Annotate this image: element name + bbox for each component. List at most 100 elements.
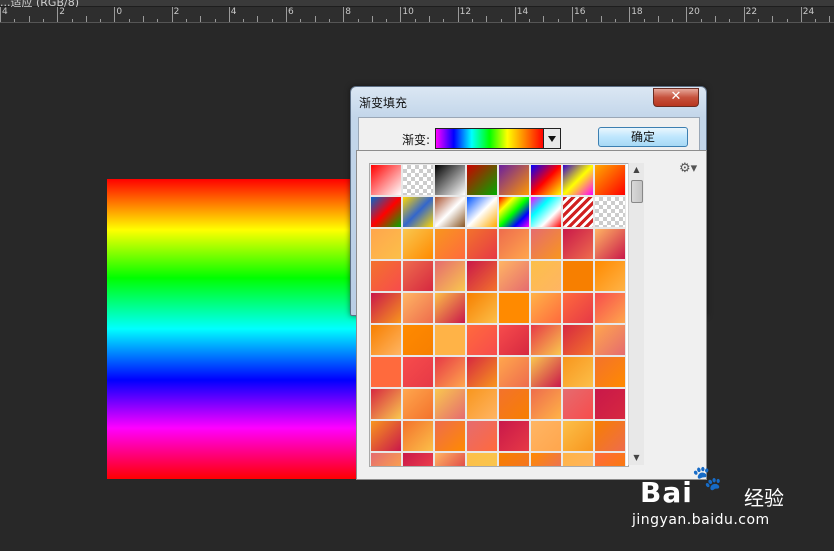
gradient-preset-swatch[interactable] (530, 356, 562, 388)
gradient-preset-swatch[interactable] (434, 356, 466, 388)
gradient-preset-swatch[interactable] (434, 452, 466, 466)
ruler-major-tick (286, 7, 287, 22)
gradient-preset-swatch[interactable] (530, 228, 562, 260)
gradient-preset-swatch[interactable] (498, 164, 530, 196)
gradient-preset-swatch[interactable] (402, 420, 434, 452)
gradient-preset-swatch[interactable] (498, 260, 530, 292)
gradient-preset-swatch[interactable] (498, 420, 530, 452)
gradient-preset-swatch[interactable] (594, 324, 626, 356)
ruler-minor-tick (314, 16, 316, 22)
gradient-preset-swatch[interactable] (434, 292, 466, 324)
gradient-preset-swatch[interactable] (466, 260, 498, 292)
gradient-preset-swatch[interactable] (562, 164, 594, 196)
gradient-preset-swatch[interactable] (466, 388, 498, 420)
scroll-down-icon[interactable]: ▼ (629, 451, 644, 465)
gradient-preset-swatch[interactable] (498, 324, 530, 356)
gradient-preset-swatch[interactable] (466, 356, 498, 388)
gradient-preset-swatch[interactable] (530, 196, 562, 228)
gradient-preset-swatch[interactable] (370, 420, 402, 452)
gradient-preset-swatch[interactable] (594, 452, 626, 466)
ruler-minor-tick (657, 16, 659, 22)
scroll-up-icon[interactable]: ▲ (629, 163, 644, 177)
gradient-preset-swatch[interactable] (370, 196, 402, 228)
gradient-preset-swatch[interactable] (466, 452, 498, 466)
gradient-preset-swatch[interactable] (562, 228, 594, 260)
picker-scrollbar[interactable]: ▲ ▼ (628, 163, 644, 465)
gradient-preset-swatch[interactable] (594, 388, 626, 420)
gradient-preset-swatch[interactable] (562, 324, 594, 356)
gradient-preset-swatch[interactable] (594, 196, 626, 228)
gradient-preset-swatch[interactable] (530, 420, 562, 452)
gradient-preset-swatch[interactable] (434, 196, 466, 228)
gradient-preset-swatch[interactable] (402, 388, 434, 420)
gradient-preset-swatch[interactable] (594, 228, 626, 260)
dialog-title: 渐变填充 (359, 96, 408, 110)
gradient-preset-swatch[interactable] (370, 228, 402, 260)
gradient-preset-swatch[interactable] (594, 164, 626, 196)
ruler-major-tick (743, 7, 745, 22)
gradient-preset-swatch[interactable] (498, 452, 530, 466)
ruler-minor-tick (757, 19, 759, 22)
gradient-preset-swatch[interactable] (402, 356, 434, 388)
gradient-preset-swatch[interactable] (498, 356, 530, 388)
gradient-preset-swatch[interactable] (530, 164, 562, 196)
gradient-preset-swatch[interactable] (498, 388, 530, 420)
gradient-preset-swatch[interactable] (402, 228, 434, 260)
gradient-preset-swatch[interactable] (370, 324, 402, 356)
gradient-preset-swatch[interactable] (562, 388, 594, 420)
gradient-preset-swatch[interactable] (498, 228, 530, 260)
gradient-preset-swatch[interactable] (498, 292, 530, 324)
gear-icon[interactable]: ⚙▾ (679, 161, 697, 176)
gradient-preset-swatch[interactable] (594, 420, 626, 452)
gradient-preset-swatch[interactable] (498, 196, 530, 228)
gradient-preset-swatch[interactable] (466, 164, 498, 196)
gradient-preset-swatch[interactable] (402, 292, 434, 324)
ok-button[interactable]: 确定 (598, 127, 688, 147)
gradient-preset-swatch[interactable] (466, 420, 498, 452)
gradient-preset-swatch[interactable] (370, 388, 402, 420)
gradient-preset-swatch[interactable] (370, 260, 402, 292)
baidu-jingyan-watermark: Bai 🐾 经验 jingyan.baidu.com (632, 464, 822, 532)
close-button[interactable]: ✕ (653, 88, 699, 107)
gradient-preset-swatch[interactable] (370, 164, 402, 196)
gradient-preset-swatch[interactable] (562, 196, 594, 228)
gradient-preset-swatch[interactable] (594, 356, 626, 388)
gradient-preset-swatch[interactable] (434, 388, 466, 420)
gradient-preset-swatch[interactable] (594, 260, 626, 292)
gradient-preset-swatch[interactable] (402, 260, 434, 292)
gradient-preset-swatch[interactable] (434, 324, 466, 356)
gradient-preset-swatch[interactable] (530, 292, 562, 324)
gradient-preset-swatch[interactable] (466, 228, 498, 260)
gradient-preset-swatch[interactable] (530, 388, 562, 420)
gradient-preset-swatch[interactable] (370, 356, 402, 388)
gradient-preset-swatch[interactable] (466, 324, 498, 356)
gradient-preset-swatch[interactable] (434, 260, 466, 292)
gradient-preview-swatch[interactable] (435, 128, 544, 149)
ruler-major-tick (228, 7, 230, 22)
gradient-picker-panel: ▲ ▼ ⚙▾ (356, 150, 707, 480)
scroll-thumb[interactable] (631, 180, 643, 203)
ruler-minor-tick (200, 16, 202, 22)
gradient-preset-swatch[interactable] (594, 292, 626, 324)
gradient-preset-swatch[interactable] (562, 356, 594, 388)
gradient-preset-swatch[interactable] (530, 324, 562, 356)
gradient-preset-swatch[interactable] (434, 228, 466, 260)
gradient-preset-swatch[interactable] (402, 324, 434, 356)
gradient-dropdown-arrow-icon[interactable] (543, 128, 561, 149)
gradient-preset-swatch[interactable] (562, 452, 594, 466)
gradient-preset-swatch[interactable] (434, 420, 466, 452)
gradient-preset-swatch[interactable] (562, 292, 594, 324)
gradient-preset-swatch[interactable] (562, 260, 594, 292)
gradient-preset-swatch[interactable] (466, 196, 498, 228)
gradient-preset-swatch[interactable] (530, 452, 562, 466)
gradient-preset-swatch[interactable] (530, 260, 562, 292)
gradient-preset-swatch[interactable] (370, 292, 402, 324)
gradient-preset-swatch[interactable] (402, 196, 434, 228)
gradient-preset-swatch[interactable] (562, 420, 594, 452)
ruler-label: 20 (688, 7, 700, 17)
gradient-preset-swatch[interactable] (370, 452, 402, 466)
gradient-preset-swatch[interactable] (402, 452, 434, 466)
gradient-preset-swatch[interactable] (434, 164, 466, 196)
gradient-preset-swatch[interactable] (402, 164, 434, 196)
gradient-preset-swatch[interactable] (466, 292, 498, 324)
